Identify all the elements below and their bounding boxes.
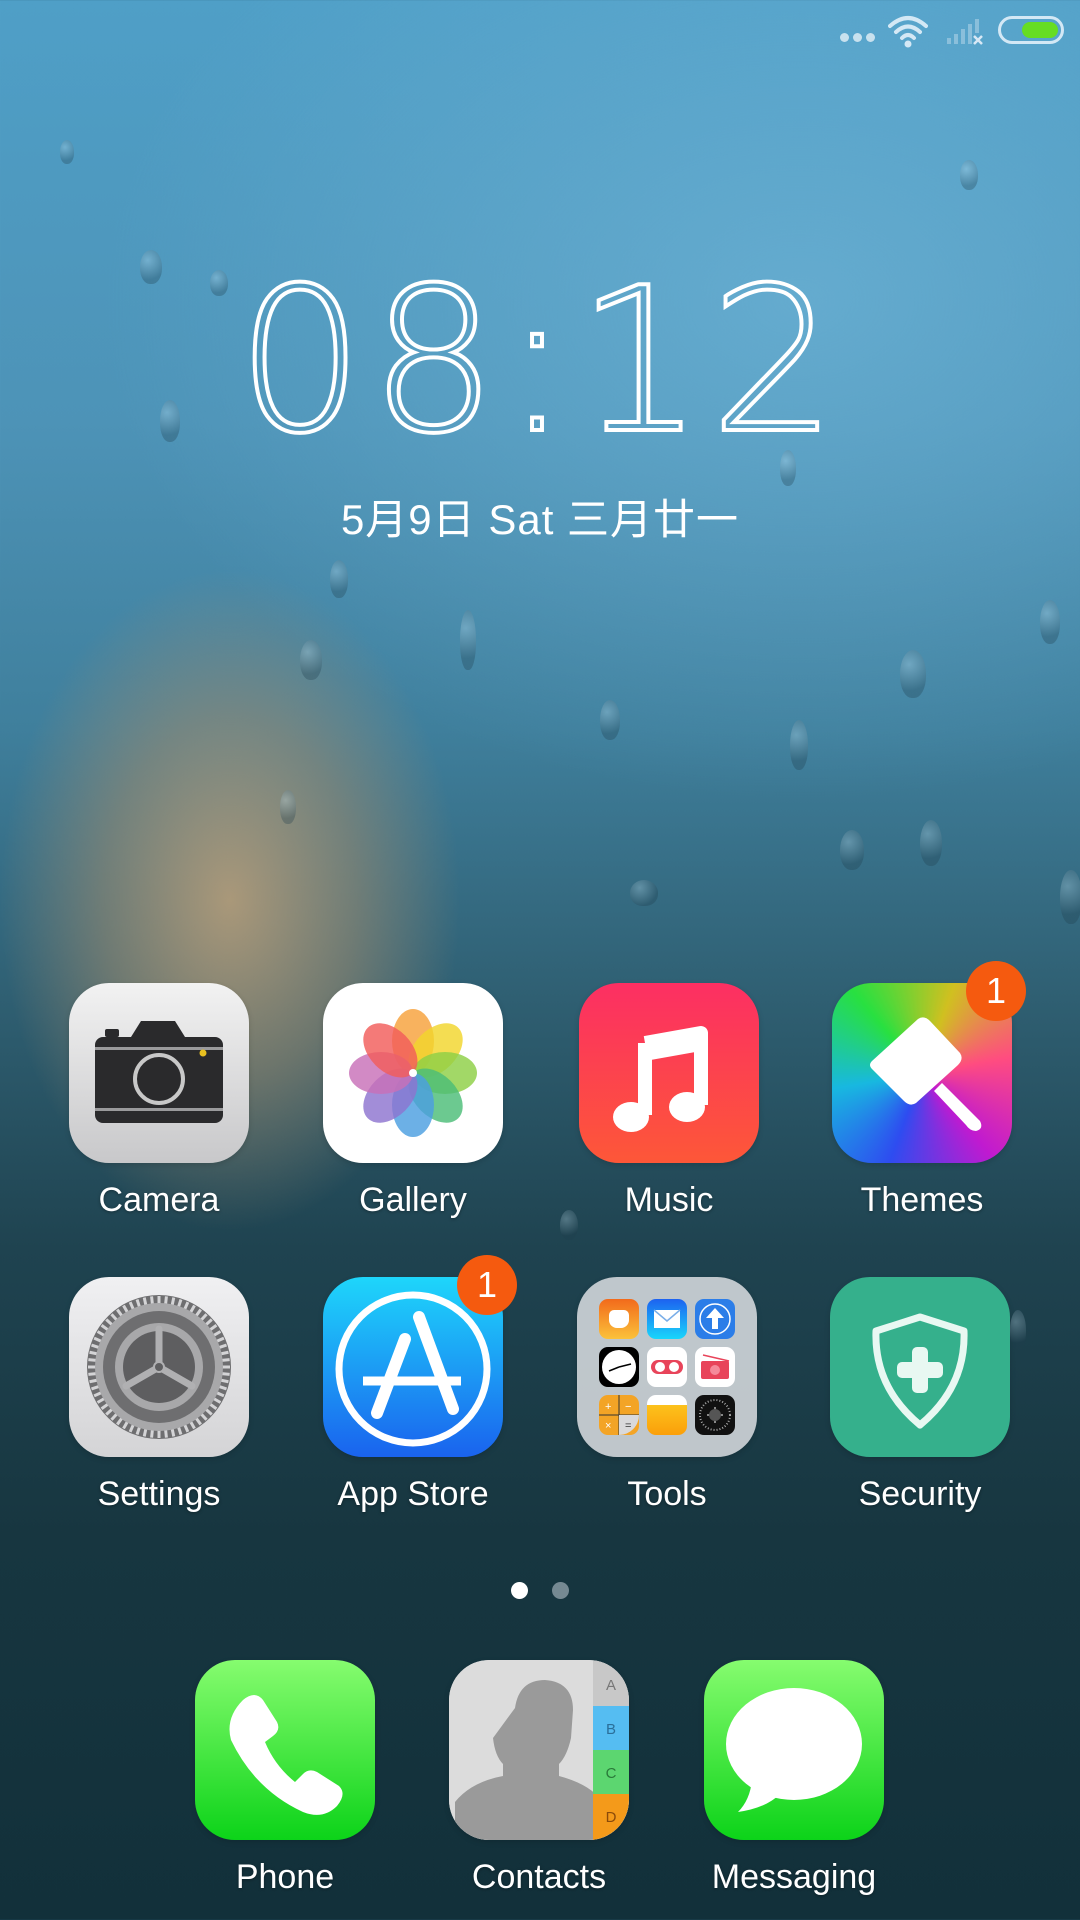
dock-contacts[interactable]: A B C D Contacts [449, 1660, 629, 1897]
page-dot-1[interactable] [511, 1582, 528, 1599]
compass-icon [695, 1395, 735, 1435]
app-label: Music [624, 1181, 714, 1219]
contacts-icon: A B C D [449, 1660, 629, 1840]
battery-icon [998, 16, 1064, 44]
app-label: Themes [860, 1181, 984, 1219]
app-label: Contacts [471, 1858, 607, 1896]
tab-c: C [606, 1765, 617, 1782]
app-app-store[interactable]: 1 App Store [323, 1255, 517, 1514]
no-signal-icon [947, 19, 983, 45]
shield-plus-icon [830, 1277, 1010, 1457]
svg-text:+: + [605, 1401, 611, 1413]
recorder-icon [647, 1347, 687, 1387]
dock-phone[interactable]: Phone [195, 1660, 375, 1897]
app-label: Gallery [359, 1181, 467, 1219]
app-label: Phone [235, 1858, 335, 1896]
radio-icon [695, 1347, 735, 1387]
music-note-icon [579, 983, 759, 1163]
app-label: Settings [97, 1475, 221, 1513]
files-icon [647, 1395, 687, 1435]
message-bubble-icon [704, 1660, 884, 1840]
update-icon [695, 1299, 735, 1339]
clock-widget[interactable]: 08:12 5月9日 Sat 三月廿一 [0, 245, 1080, 547]
mail-icon [647, 1299, 687, 1339]
app-music[interactable]: Music [579, 983, 759, 1220]
svg-text:×: × [605, 1420, 611, 1432]
app-store-icon: 1 [323, 1255, 517, 1457]
app-gallery[interactable]: Gallery [323, 983, 503, 1220]
tab-a: A [606, 1677, 616, 1694]
app-label: Messaging [711, 1858, 877, 1896]
clock-icon [599, 1347, 639, 1387]
photos-flower-icon [323, 983, 503, 1163]
svg-text:=: = [625, 1420, 631, 1432]
status-bar [0, 0, 1080, 70]
mi-icon [599, 1299, 639, 1339]
svg-text:−: − [625, 1401, 631, 1413]
app-label: Tools [627, 1475, 707, 1513]
page-indicator [0, 1582, 1080, 1599]
app-settings[interactable]: Settings [69, 1277, 249, 1514]
app-tools-folder[interactable]: + − × = Tools [577, 1277, 757, 1514]
clock-time: 08:12 [235, 245, 844, 478]
app-label: Camera [98, 1181, 220, 1219]
gear-icon [69, 1277, 249, 1457]
wifi-icon [888, 16, 928, 48]
tab-b: B [606, 1721, 616, 1738]
phone-icon [195, 1660, 375, 1840]
app-label: Security [858, 1475, 982, 1513]
calculator-icon: + − × = [599, 1395, 639, 1435]
paint-brush-icon: 1 [832, 961, 1026, 1163]
notification-badge: 1 [457, 1255, 517, 1315]
app-themes[interactable]: 1 Themes [832, 961, 1026, 1220]
battery-level [1022, 22, 1058, 38]
app-label: App Store [337, 1475, 489, 1513]
clock-date: 5月9日 Sat 三月廿一 [340, 496, 740, 543]
app-security[interactable]: Security [830, 1277, 1010, 1514]
dock-messaging[interactable]: Messaging [704, 1660, 884, 1897]
ellipsis-icon [840, 33, 875, 42]
folder-icon: + − × = [577, 1277, 757, 1457]
notification-badge: 1 [966, 961, 1026, 1021]
camera-icon [69, 983, 249, 1163]
tab-d: D [606, 1809, 617, 1826]
app-camera[interactable]: Camera [69, 983, 249, 1220]
page-dot-2[interactable] [552, 1582, 569, 1599]
